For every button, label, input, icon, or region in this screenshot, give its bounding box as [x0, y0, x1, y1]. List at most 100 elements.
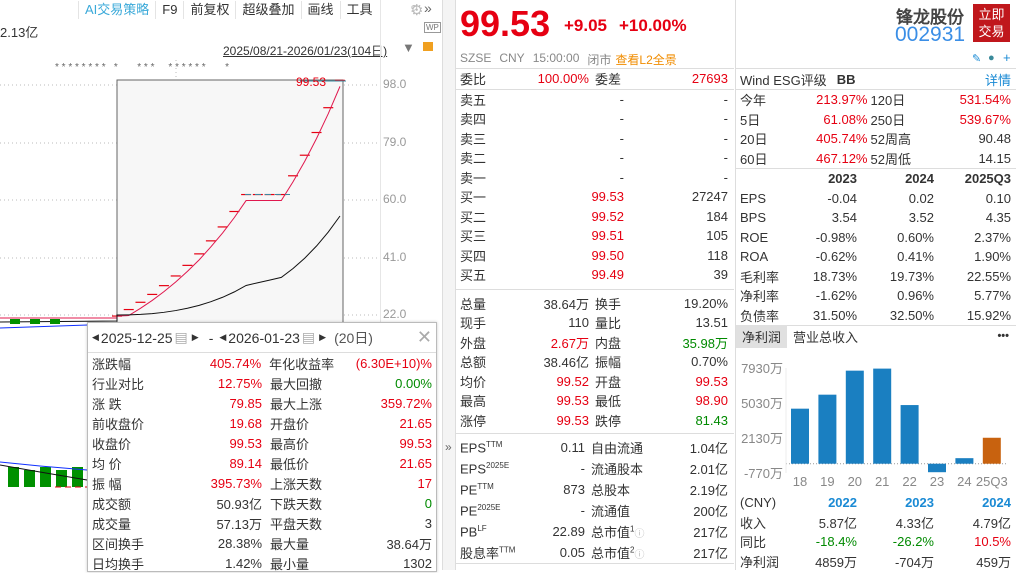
stat-value: 99.53 — [229, 435, 262, 451]
bell-icon[interactable]: ● — [988, 52, 995, 64]
next-end-icon[interactable]: ▶ — [319, 332, 326, 343]
prev-end-icon[interactable]: ◀ — [219, 332, 226, 343]
field-value: 99.53 — [556, 412, 589, 428]
summary-value: -18.4% — [815, 534, 857, 550]
panel-splitter[interactable]: » — [442, 0, 456, 570]
perf-row: 20日 405.74% 52周高 90.48 — [736, 129, 1016, 149]
level-label: 买四 — [460, 248, 487, 264]
quote-row: 委比 100.00% 委差 27693 — [456, 69, 734, 89]
x-tick-label: 19 — [820, 474, 834, 489]
level-label: 买三 — [460, 229, 487, 245]
period-label: 250日 — [870, 112, 906, 128]
level-price: - — [619, 169, 624, 185]
year-header: 2024 — [905, 171, 934, 187]
field-value: 110 — [568, 315, 589, 331]
summary-value: -704万 — [894, 554, 934, 570]
metric-value: 0.41% — [897, 249, 934, 265]
fin-row: ROA -0.62% 0.41% 1.90% — [736, 247, 1016, 267]
metric-label: BPS — [740, 210, 767, 226]
bar — [818, 394, 837, 464]
calendar-icon[interactable]: ▤ — [175, 329, 188, 346]
field-value: 217亿 — [693, 525, 728, 540]
field-value: 27693 — [691, 71, 728, 87]
calendar-icon[interactable]: ▤ — [302, 329, 315, 346]
stat-row: 日均换手 1.42% 最小量 1302 — [88, 553, 436, 573]
metric-value: 31.50% — [812, 307, 857, 323]
add-icon[interactable]: + — [1003, 50, 1011, 65]
stat-value: 1302 — [403, 555, 432, 571]
collapse-icon[interactable]: » — [445, 440, 452, 454]
quote-row: 外盘 2.67万 内盘 35.98万 — [456, 333, 734, 353]
prev-start-icon[interactable]: ◀ — [92, 332, 99, 343]
stat-row: 涨跌幅 405.74% 年化收益率 (6.30E+10)% — [88, 353, 436, 373]
metric-value: 5.77% — [974, 288, 1011, 304]
field-label: 最低 — [595, 394, 622, 410]
field-value: 0.70% — [691, 354, 728, 370]
field-label: 现手 — [460, 316, 487, 332]
field-value: - — [580, 503, 585, 518]
x-tick-label: 25Q3 — [976, 474, 1008, 489]
quote-row: PETTM 873 总股本 2.19亿 — [456, 479, 734, 500]
start-date[interactable]: 2025-12-25 — [101, 330, 173, 346]
field-label: 振幅 — [595, 355, 622, 371]
end-date[interactable]: 2026-01-23 — [228, 330, 300, 346]
stat-row: 前收盘价 19.68 开盘价 21.65 — [88, 413, 436, 433]
stat-value: (6.30E+10)% — [355, 355, 432, 371]
close-icon[interactable]: ✕ — [417, 327, 432, 348]
level-price: 99.50 — [591, 247, 624, 263]
quote-row: 最高 99.53 最低 98.90 — [456, 391, 734, 411]
detail-link[interactable]: 详情 — [985, 70, 1011, 89]
tab-net-profit[interactable]: 净利润 — [736, 324, 788, 348]
price-axis-label: 41.0 — [383, 250, 407, 264]
ask-row: 卖三 - - — [456, 129, 734, 149]
level-label: 买二 — [460, 209, 487, 225]
level-volume: 39 — [713, 267, 728, 283]
stat-value: 21.65 — [399, 415, 432, 431]
metric-label: 净利率 — [740, 289, 780, 305]
stat-value: 359.72% — [380, 395, 432, 411]
field-value: 22.89 — [552, 524, 585, 539]
summary-label: 同比 — [740, 535, 767, 551]
level-price: 99.51 — [591, 228, 624, 244]
trade-now-button[interactable]: 立即交易 — [973, 4, 1010, 42]
market-status: 闭市 — [587, 53, 612, 67]
summary-value: 4.33亿 — [895, 515, 934, 531]
stat-row: 行业对比 12.75% 最大回撤 0.00% — [88, 373, 436, 393]
field-label: 跌停 — [595, 413, 622, 429]
metric-value: 1.90% — [974, 249, 1011, 265]
fin-row: 负债率 31.50% 32.50% 15.92% — [736, 306, 1016, 326]
field-value: 99.53 — [695, 373, 728, 389]
level-label: 卖五 — [460, 92, 487, 108]
bar — [955, 458, 974, 464]
summary-value: 459万 — [976, 554, 1011, 570]
level-label: 买一 — [460, 190, 487, 206]
l2-link[interactable]: 查看L2全景 — [615, 51, 676, 68]
price-axis-label: 22.0 — [383, 307, 407, 321]
field-value: 2.19亿 — [689, 483, 728, 498]
stat-value: 21.65 — [399, 455, 432, 471]
stat-value: 28.38% — [217, 535, 262, 551]
stat-value: 79.85 — [229, 395, 262, 411]
candle — [10, 319, 20, 324]
period-label: 今年 — [740, 93, 767, 109]
quote-row: 股息率TTM 0.05 总市值2ⓘ 217亿 — [456, 542, 734, 563]
summary-row: 收入 5.87亿 4.33亿 4.79亿 — [736, 513, 1016, 533]
stat-label: 前收盘价 — [92, 416, 145, 432]
tab-revenue[interactable]: 营业总收入 — [787, 325, 864, 348]
field-label: 股息率TTM — [460, 545, 516, 561]
level-price: - — [619, 130, 624, 146]
stat-label: 收盘价 — [92, 436, 132, 452]
field-value: 98.90 — [695, 393, 728, 409]
quote-row: EPSTTM 0.11 自由流通 1.04亿 — [456, 437, 734, 458]
metric-label: EPS — [740, 190, 767, 206]
metric-value: 19.73% — [889, 268, 934, 284]
edit-icon[interactable]: ✎ — [972, 52, 981, 65]
summary-value: 4859万 — [815, 554, 857, 570]
quote-row: 总量 38.64万 换手 19.20% — [456, 294, 734, 314]
x-tick-label: 18 — [793, 474, 807, 489]
stat-label: 平盘天数 — [270, 516, 323, 532]
stock-code: 002931 — [895, 23, 966, 46]
stat-label: 开盘价 — [270, 416, 310, 432]
more-icon[interactable]: ••• — [997, 330, 1009, 342]
next-start-icon[interactable]: ▶ — [192, 332, 199, 343]
